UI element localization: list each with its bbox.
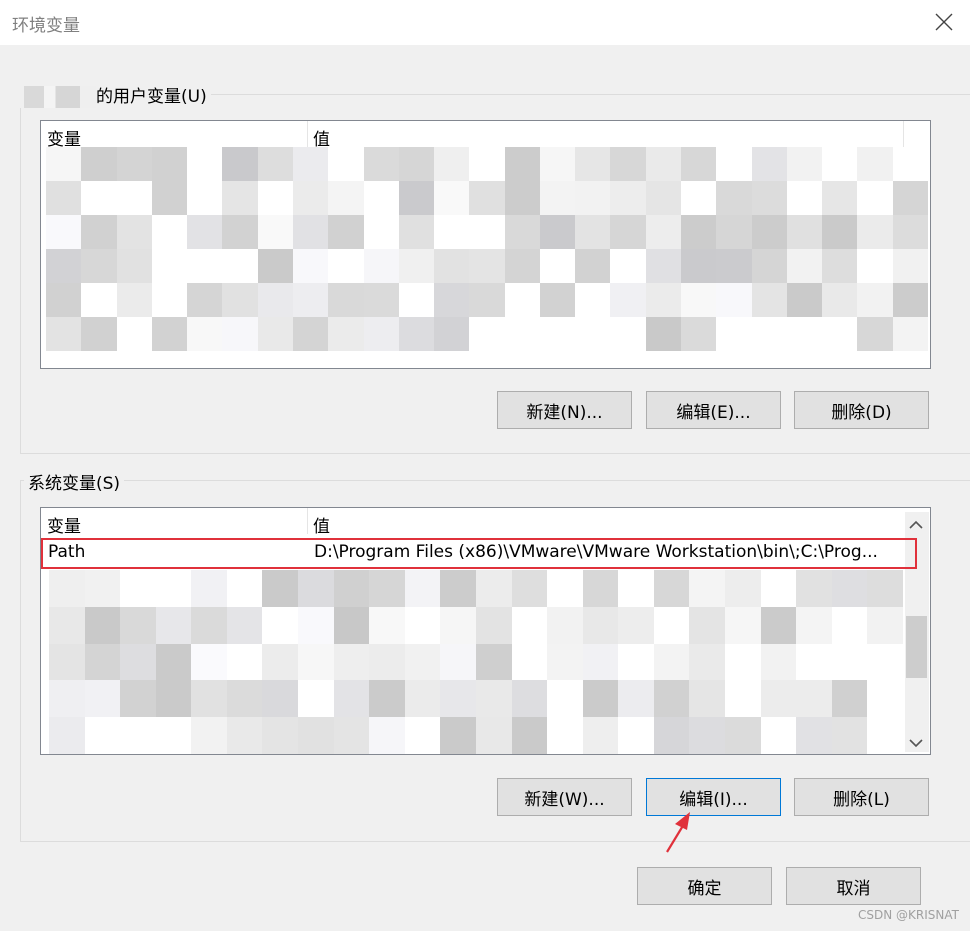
column-divider — [307, 121, 308, 147]
scroll-up-button[interactable] — [905, 514, 927, 536]
close-icon — [935, 13, 953, 31]
user-variables-legend: 的用户变量(U) — [20, 82, 211, 108]
system-delete-button[interactable]: 删除(L) — [794, 778, 929, 816]
title-bar: 环境变量 — [0, 0, 970, 45]
chevron-up-icon — [909, 520, 923, 529]
system-variables-label: 系统变量(S) — [28, 474, 121, 494]
close-button[interactable] — [924, 4, 964, 40]
user-new-button[interactable]: 新建(N)... — [497, 391, 632, 429]
arrow-icon — [666, 812, 690, 853]
system-variables-legend: 系统变量(S) — [24, 469, 125, 494]
redacted-username — [24, 86, 96, 108]
ok-button[interactable]: 确定 — [637, 867, 772, 905]
column-header-value[interactable]: 值 — [313, 512, 330, 537]
user-variables-header: 变量 值 — [41, 121, 930, 150]
user-delete-button[interactable]: 删除(D) — [794, 391, 929, 429]
column-header-name[interactable]: 变量 — [47, 512, 81, 537]
window-title: 环境变量 — [12, 16, 80, 36]
user-edit-button[interactable]: 编辑(E)... — [646, 391, 781, 429]
scroll-thumb[interactable] — [906, 616, 927, 678]
column-divider — [307, 508, 308, 534]
redacted-system-rows — [49, 570, 903, 754]
user-variables-list[interactable]: 变量 值 — [40, 120, 931, 369]
user-variables-label: 的用户变量(U) — [96, 87, 207, 107]
path-row-highlight — [41, 538, 917, 569]
chevron-down-icon — [909, 739, 923, 748]
system-variables-header: 变量 值 — [41, 508, 930, 537]
redacted-user-rows — [46, 147, 928, 351]
scroll-down-button[interactable] — [905, 732, 927, 754]
cancel-button[interactable]: 取消 — [786, 867, 921, 905]
watermark: CSDN @KRISNAT — [858, 908, 959, 922]
column-divider — [903, 121, 904, 147]
system-new-button[interactable]: 新建(W)... — [497, 778, 632, 816]
